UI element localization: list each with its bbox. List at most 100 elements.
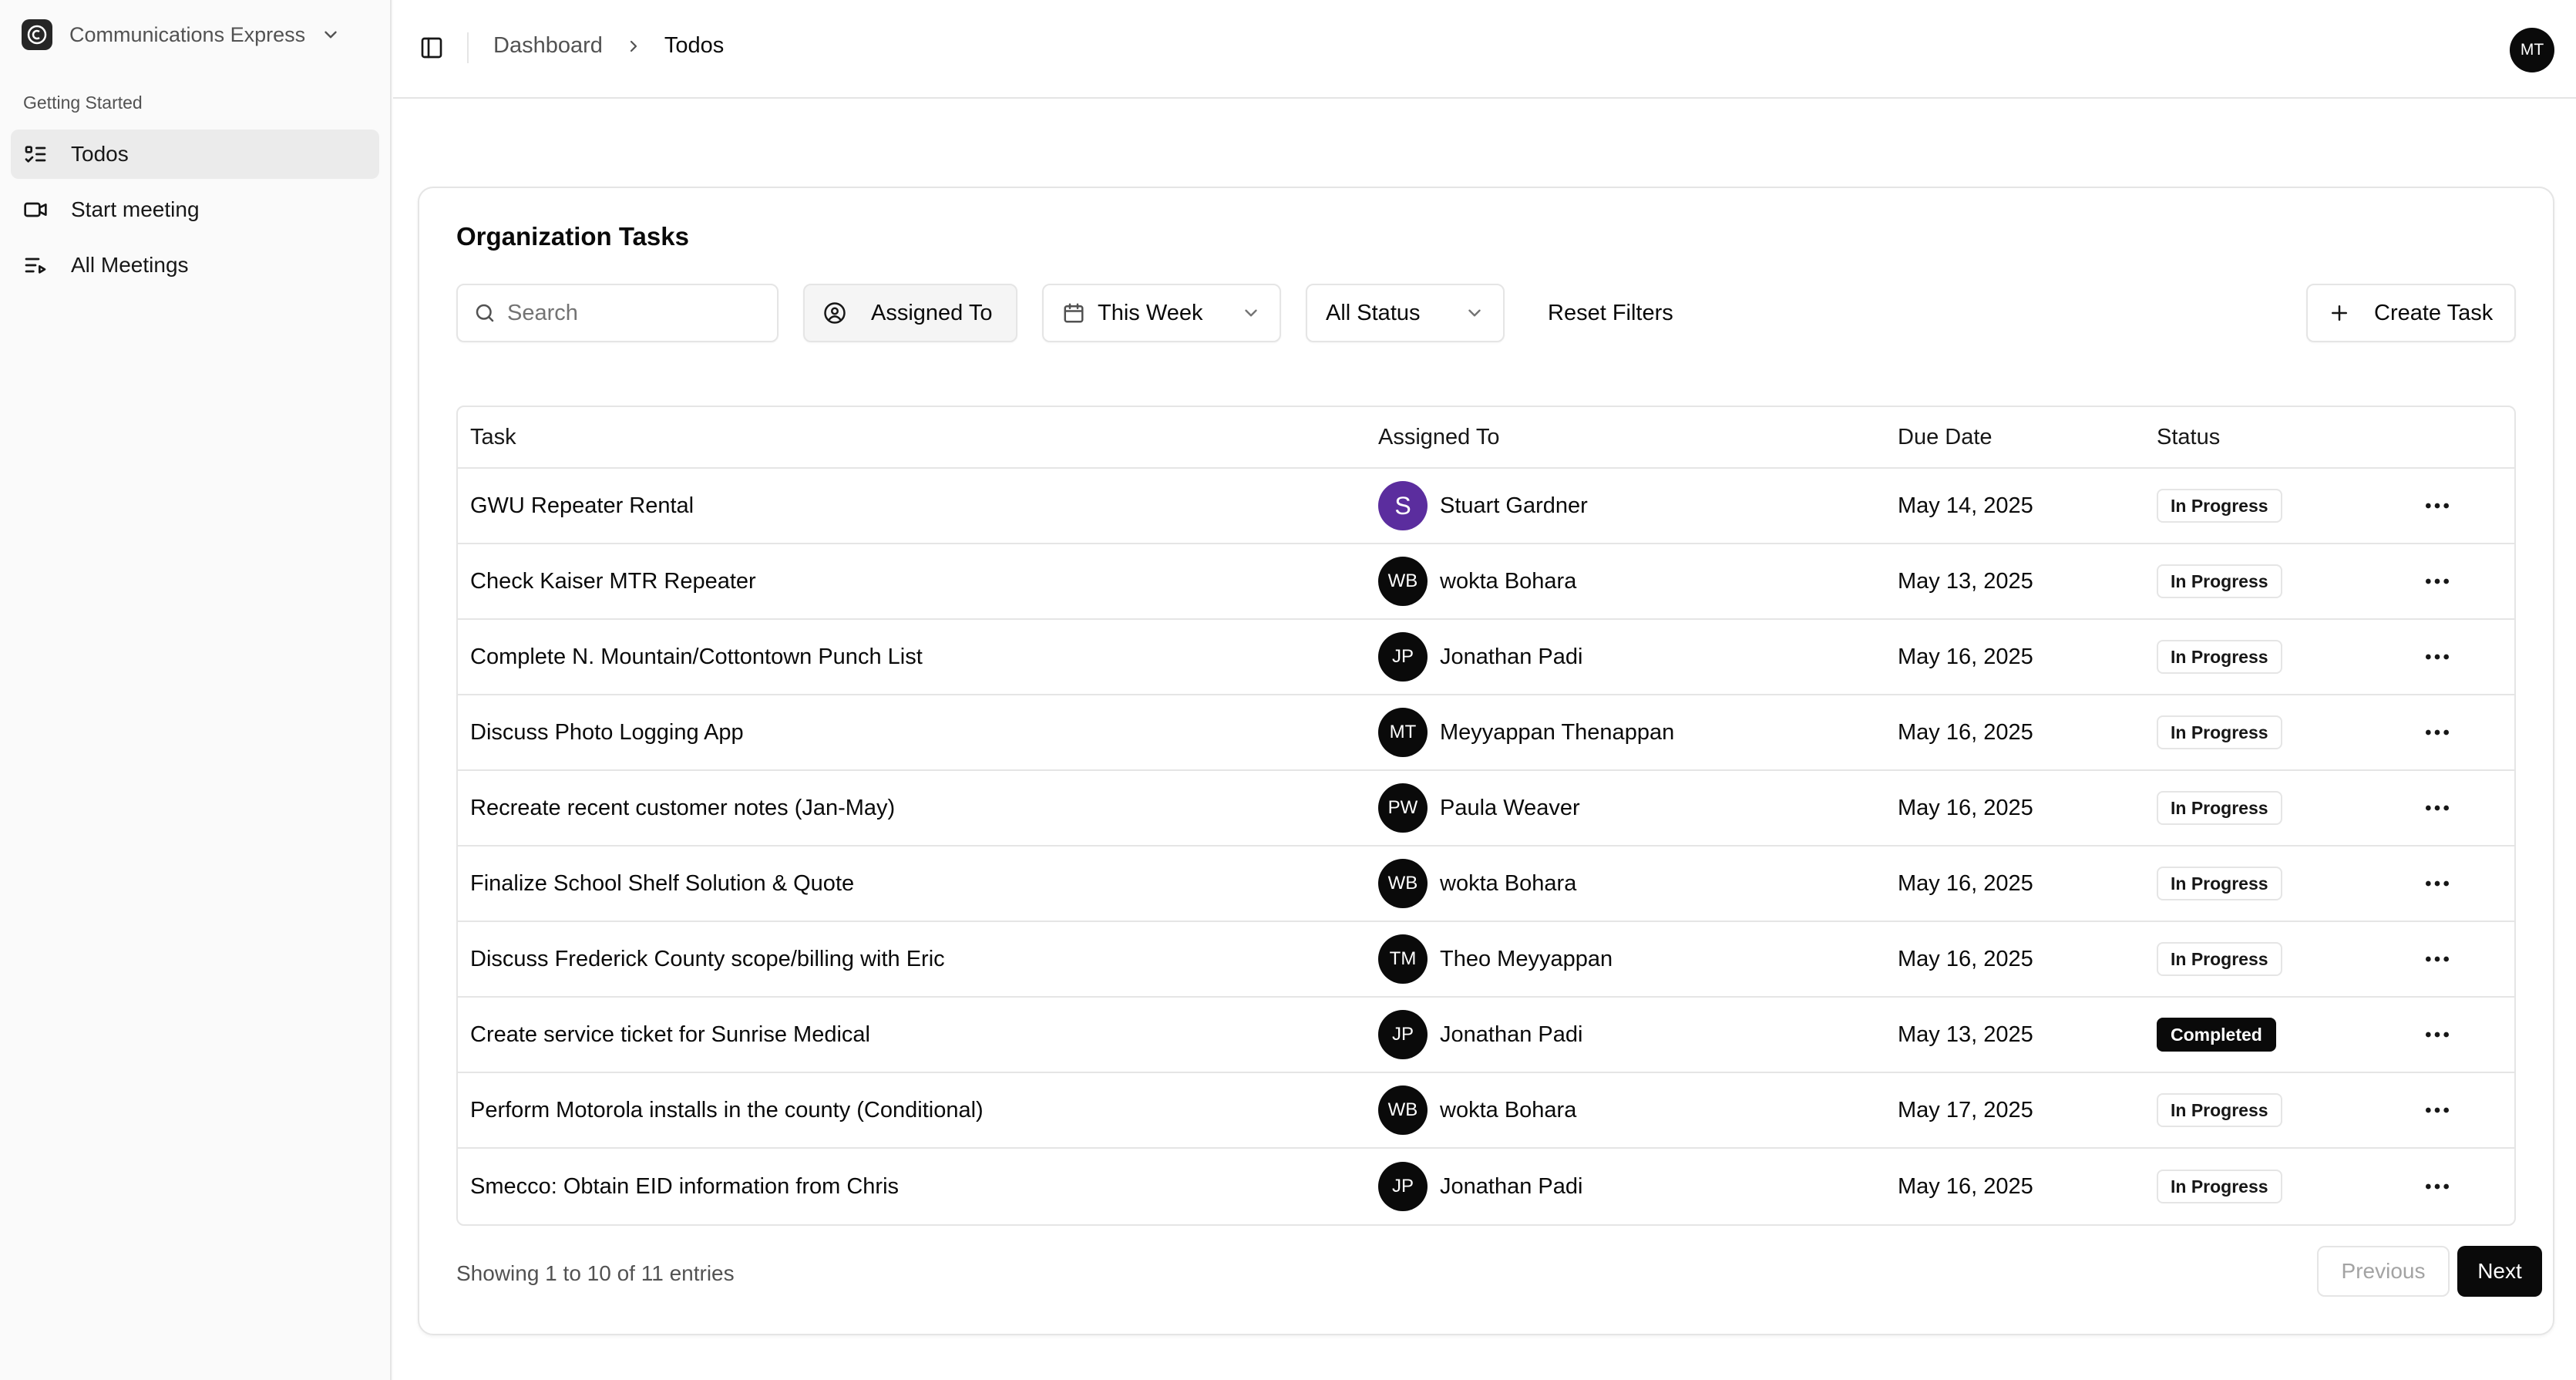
user-avatar[interactable]: MT [2510, 28, 2554, 72]
status-badge: In Progress [2157, 867, 2282, 900]
assignee-name: wokta Bohara [1440, 568, 1577, 594]
assigned-to-filter-button[interactable]: Assigned To [803, 284, 1017, 342]
table-row[interactable]: Discuss Frederick County scope/billing w… [458, 922, 2514, 998]
sidebar-section-label: Getting Started [23, 93, 143, 113]
breadcrumb-dashboard[interactable]: Dashboard [493, 33, 603, 59]
more-horizontal-icon[interactable] [2422, 868, 2453, 899]
table-row[interactable]: Finalize School Shelf Solution & Quote WB… [458, 847, 2514, 922]
avatar: WB [1378, 557, 1428, 606]
task-name: Discuss Frederick County scope/billing w… [470, 946, 945, 971]
table-row[interactable]: GWU Repeater Rental S Stuart Gardner May 14… [458, 469, 2514, 544]
assignee-name: Jonathan Padi [1440, 644, 1583, 669]
pagination-info: Showing 1 to 10 of 11 entries [456, 1261, 735, 1285]
status-badge: In Progress [2157, 791, 2282, 825]
avatar: WB [1378, 859, 1428, 908]
chevron-down-icon [1245, 309, 1257, 317]
assignee-name: Theo Meyyappan [1440, 946, 1613, 971]
assignee-cell: WB wokta Bohara [1378, 859, 1576, 908]
assignee-name: wokta Bohara [1440, 870, 1577, 896]
plus-icon [2332, 305, 2347, 321]
assignee-name: Meyyappan Thenappan [1440, 719, 1675, 745]
due-date: May 16, 2025 [1898, 946, 2033, 971]
more-horizontal-icon[interactable] [2422, 944, 2453, 974]
tasks-card: Organization Tasks Assigned To This Week… [418, 187, 2554, 1335]
column-header-task[interactable]: Task [470, 425, 516, 450]
sidebar-item-label: All Meetings [71, 253, 189, 277]
assignee-name: Paula Weaver [1440, 795, 1580, 820]
sidebar-item-start-meeting[interactable]: Start meeting [11, 185, 379, 234]
create-task-button[interactable]: Create Task [2306, 284, 2516, 342]
more-horizontal-icon[interactable] [2422, 717, 2453, 748]
user-circle-icon [824, 302, 846, 324]
org-switcher[interactable]: Communications Express [22, 17, 361, 52]
sidebar-item-label: Todos [71, 142, 129, 166]
task-name: Recreate recent customer notes (Jan-May) [470, 795, 896, 820]
avatar: WB [1378, 1085, 1428, 1135]
column-header-assigned-to[interactable]: Assigned To [1378, 425, 1499, 450]
main-content: Organization Tasks Assigned To This Week… [393, 99, 2576, 1380]
table-row[interactable]: Check Kaiser MTR Repeater WB wokta Bohara M… [458, 544, 2514, 620]
divider [467, 32, 469, 63]
search-input[interactable] [507, 300, 769, 326]
due-date: May 16, 2025 [1898, 870, 2033, 896]
status-cell: In Progress [2157, 1170, 2282, 1203]
search-field[interactable] [456, 284, 779, 342]
avatar: TM [1378, 934, 1428, 984]
avatar: S [1378, 481, 1428, 530]
assignee-cell: JP Jonathan Padi [1378, 1162, 1582, 1211]
status-badge: In Progress [2157, 564, 2282, 598]
assignee-cell: WB wokta Bohara [1378, 1085, 1576, 1135]
table-row[interactable]: Discuss Photo Logging App MT Meyyappan The… [458, 695, 2514, 771]
status-cell: In Progress [2157, 1093, 2282, 1127]
status-badge: In Progress [2157, 715, 2282, 749]
table-row[interactable]: Complete N. Mountain/Cottontown Punch Li… [458, 620, 2514, 695]
more-horizontal-icon[interactable] [2422, 793, 2453, 823]
status-badge: Completed [2157, 1018, 2276, 1052]
status-badge: In Progress [2157, 489, 2282, 523]
assignee-cell: MT Meyyappan Thenappan [1378, 708, 1674, 757]
status-select[interactable]: All Status [1306, 284, 1505, 342]
next-page-button[interactable]: Next [2457, 1246, 2542, 1297]
more-horizontal-icon[interactable] [2422, 641, 2453, 672]
reset-filters-button[interactable]: Reset Filters [1529, 284, 1673, 342]
chevron-right-icon [630, 40, 637, 52]
sidebar-toggle-icon[interactable] [419, 35, 444, 60]
chevron-down-icon [325, 31, 337, 39]
table-row[interactable]: Smecco: Obtain EID information from Chri… [458, 1149, 2514, 1224]
status-cell: In Progress [2157, 942, 2282, 976]
more-horizontal-icon[interactable] [2422, 1095, 2453, 1126]
sidebar-item-todos[interactable]: Todos [11, 130, 379, 179]
assignee-name: Jonathan Padi [1440, 1022, 1583, 1047]
more-horizontal-icon[interactable] [2422, 1019, 2453, 1050]
sidebar-nav: Todos Start meeting All Meetings [11, 130, 379, 296]
table-row[interactable]: Perform Motorola installs in the county … [458, 1073, 2514, 1149]
video-icon [24, 202, 47, 217]
sidebar-item-all-meetings[interactable]: All Meetings [11, 241, 379, 290]
more-horizontal-icon[interactable] [2422, 490, 2453, 521]
more-horizontal-icon[interactable] [2422, 566, 2453, 597]
status-cell: In Progress [2157, 640, 2282, 674]
table-row[interactable]: Recreate recent customer notes (Jan-May)… [458, 771, 2514, 847]
more-horizontal-icon[interactable] [2422, 1171, 2453, 1202]
assigned-to-filter-label: Assigned To [871, 300, 993, 325]
page-title: Organization Tasks [456, 222, 689, 251]
avatar: JP [1378, 632, 1428, 682]
column-header-status[interactable]: Status [2157, 425, 2220, 450]
status-cell: In Progress [2157, 715, 2282, 749]
status-select-value: All Status [1326, 300, 1421, 325]
column-header-due-date[interactable]: Due Date [1898, 425, 1993, 450]
due-date: May 16, 2025 [1898, 719, 2033, 745]
status-cell: In Progress [2157, 867, 2282, 900]
assignee-name: Jonathan Padi [1440, 1173, 1583, 1199]
status-badge: In Progress [2157, 640, 2282, 674]
date-range-select[interactable]: This Week [1042, 284, 1281, 342]
status-cell: In Progress [2157, 564, 2282, 598]
task-name: Perform Motorola installs in the county … [470, 1097, 984, 1123]
previous-page-button[interactable]: Previous [2317, 1246, 2450, 1297]
breadcrumb: Dashboard Todos [493, 33, 724, 59]
sidebar-item-label: Start meeting [71, 197, 200, 221]
task-name: Smecco: Obtain EID information from Chri… [470, 1173, 900, 1199]
table-row[interactable]: Create service ticket for Sunrise Medica… [458, 998, 2514, 1073]
due-date: May 16, 2025 [1898, 644, 2033, 669]
top-bar: Dashboard Todos MT [393, 0, 2576, 99]
